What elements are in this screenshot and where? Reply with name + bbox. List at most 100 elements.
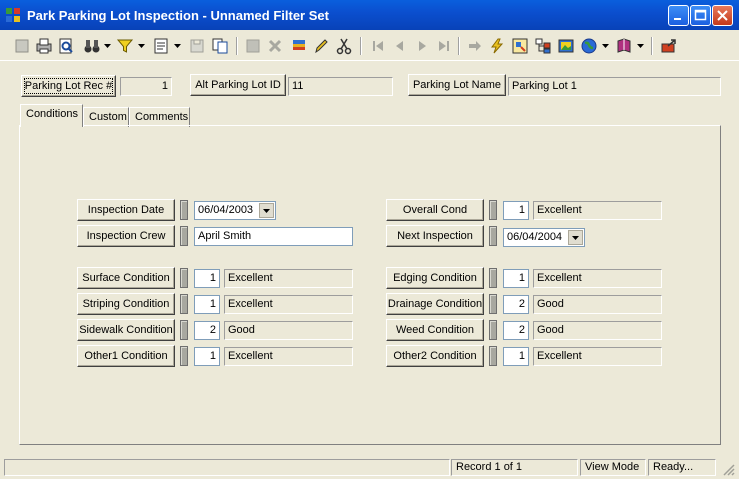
toolbar-copy-button[interactable] xyxy=(210,36,230,56)
globe-dropdown-arrow[interactable] xyxy=(602,42,609,50)
toolbar-preview-button[interactable] xyxy=(56,36,76,56)
go-to-button[interactable] xyxy=(465,36,485,56)
sidewalk-condition-marker xyxy=(180,320,188,340)
status-message xyxy=(4,459,450,476)
toolbar-save-button[interactable] xyxy=(187,36,207,56)
close-button[interactable] xyxy=(712,5,733,26)
last-record-button[interactable] xyxy=(434,36,454,56)
overall-cond-button[interactable]: Overall Cond xyxy=(386,199,484,221)
weed-condition-text: Good xyxy=(533,321,662,340)
edging-condition-value[interactable]: 1 xyxy=(503,269,529,288)
striping-condition-value[interactable]: 1 xyxy=(194,295,220,314)
tab-conditions[interactable]: Conditions xyxy=(20,104,83,127)
toolbar-find-button[interactable] xyxy=(82,36,102,56)
inspection-date-button[interactable]: Inspection Date xyxy=(77,199,175,221)
edging-condition-button[interactable]: Edging Condition xyxy=(386,267,484,289)
other2-condition-button[interactable]: Other2 Condition xyxy=(386,345,484,367)
toolbar-image-button[interactable] xyxy=(556,36,576,56)
globe-icon xyxy=(581,38,597,54)
other1-condition-text: Excellent xyxy=(224,347,353,366)
chevron-down-icon xyxy=(572,235,579,240)
alt-parking-lot-id-value: 11 xyxy=(288,77,393,96)
toolbar xyxy=(0,32,739,61)
new-record-icon xyxy=(15,39,29,53)
toolbar-delete-button[interactable] xyxy=(265,36,285,56)
toolbar-tree-button[interactable] xyxy=(533,36,553,56)
title-bar[interactable]: Park Parking Lot Inspection - Unnamed Fi… xyxy=(0,0,739,30)
image-icon xyxy=(558,39,574,53)
resize-grip-icon[interactable] xyxy=(722,463,735,476)
striping-condition-text: Excellent xyxy=(224,295,353,314)
toolbar-cut-button[interactable] xyxy=(334,36,354,56)
parking-lot-name-button[interactable]: Parking Lot Name xyxy=(408,74,506,96)
toolbar-exit-button[interactable] xyxy=(659,36,679,56)
status-mode: View Mode xyxy=(580,459,646,476)
arrow-right-icon xyxy=(469,41,481,51)
toolbar-edit-button[interactable] xyxy=(243,36,263,56)
next-inspection-dropdown[interactable]: 06/04/2004 xyxy=(503,228,585,247)
minimize-button[interactable] xyxy=(668,5,689,26)
other1-condition-value[interactable]: 1 xyxy=(194,347,220,366)
toolbar-layers-button[interactable] xyxy=(289,36,309,56)
toolbar-lightning-button[interactable] xyxy=(487,36,507,56)
other1-condition-button[interactable]: Other1 Condition xyxy=(77,345,175,367)
weed-condition-value[interactable]: 2 xyxy=(503,321,529,340)
edit-disabled-icon xyxy=(246,39,260,53)
overall-cond-value[interactable]: 1 xyxy=(503,201,529,220)
other2-condition-value[interactable]: 1 xyxy=(503,347,529,366)
app-window: Park Parking Lot Inspection - Unnamed Fi… xyxy=(0,0,739,479)
toolbar-globe-button[interactable] xyxy=(579,36,599,56)
sidewalk-condition-value[interactable]: 2 xyxy=(194,321,220,340)
inspection-crew-button[interactable]: Inspection Crew xyxy=(77,225,175,247)
toolbar-map-button[interactable] xyxy=(510,36,530,56)
sidewalk-condition-button[interactable]: Sidewalk Condition xyxy=(77,319,175,341)
toolbar-filter-button[interactable] xyxy=(115,36,135,56)
inspection-date-value: 06/04/2003 xyxy=(198,204,254,216)
window-title: Park Parking Lot Inspection - Unnamed Fi… xyxy=(27,8,329,23)
toolbar-print-button[interactable] xyxy=(34,36,54,56)
inspection-date-dropdown[interactable]: 06/04/2003 xyxy=(194,201,276,220)
toolbar-book-button[interactable] xyxy=(614,36,634,56)
inspection-crew-input[interactable]: April Smith xyxy=(194,227,353,246)
inspection-date-arrow[interactable] xyxy=(259,203,274,218)
edging-condition-marker xyxy=(489,268,497,288)
lightning-icon xyxy=(491,38,504,54)
pencil-icon xyxy=(315,39,328,54)
surface-condition-value[interactable]: 1 xyxy=(194,269,220,288)
inspection-crew-marker xyxy=(180,226,188,246)
find-dropdown-arrow[interactable] xyxy=(104,42,111,50)
report-dropdown-arrow[interactable] xyxy=(174,42,181,50)
status-bar: Record 1 of 1 View Mode Ready... xyxy=(0,457,739,479)
book-icon xyxy=(617,38,631,53)
first-record-icon xyxy=(373,41,383,51)
chevron-down-icon xyxy=(138,44,145,48)
minimize-icon xyxy=(674,18,681,20)
parking-lot-rec-button[interactable]: Parking Lot Rec # xyxy=(21,75,116,97)
first-record-button[interactable] xyxy=(368,36,388,56)
previous-record-icon xyxy=(396,41,403,51)
striping-condition-button[interactable]: Striping Condition xyxy=(77,293,175,315)
next-inspection-arrow[interactable] xyxy=(568,230,583,245)
tab-comments[interactable]: Comments xyxy=(129,107,190,127)
alt-parking-lot-id-button[interactable]: Alt Parking Lot ID xyxy=(190,74,286,96)
toolbar-new-button[interactable] xyxy=(12,36,32,56)
last-record-icon xyxy=(439,41,449,51)
edging-condition-text: Excellent xyxy=(533,269,662,288)
toolbar-report-button[interactable] xyxy=(151,36,171,56)
toolbar-pencil-button[interactable] xyxy=(311,36,331,56)
drainage-condition-value[interactable]: 2 xyxy=(503,295,529,314)
surface-condition-button[interactable]: Surface Condition xyxy=(77,267,175,289)
drainage-condition-button[interactable]: Drainage Condition xyxy=(386,293,484,315)
other1-condition-marker xyxy=(180,346,188,366)
previous-record-button[interactable] xyxy=(390,36,410,56)
book-dropdown-arrow[interactable] xyxy=(637,42,644,50)
chevron-down-icon xyxy=(104,44,111,48)
filter-dropdown-arrow[interactable] xyxy=(138,42,145,50)
tab-custom[interactable]: Custom xyxy=(83,107,129,127)
parking-lot-rec-value: 1 xyxy=(120,77,172,96)
maximize-button[interactable] xyxy=(690,5,711,26)
next-record-button[interactable] xyxy=(412,36,432,56)
next-inspection-button[interactable]: Next Inspection xyxy=(386,225,484,247)
weed-condition-button[interactable]: Weed Condition xyxy=(386,319,484,341)
filter-funnel-icon xyxy=(116,39,134,53)
